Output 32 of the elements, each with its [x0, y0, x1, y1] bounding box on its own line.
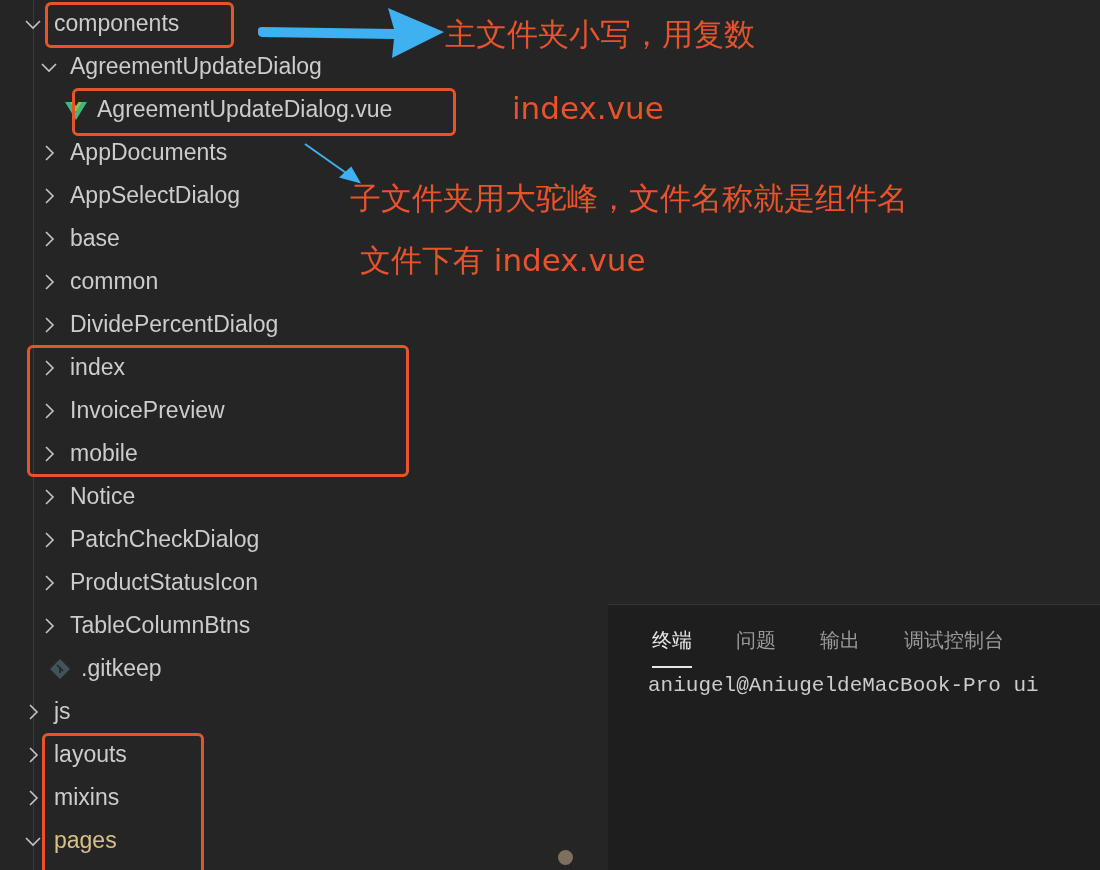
- folder-name[interactable]: mobile: [70, 439, 138, 468]
- folder-name[interactable]: PatchCheckDialog: [70, 525, 260, 554]
- file-name[interactable]: AgreementUpdateDialog.vue: [97, 95, 393, 124]
- folder-name[interactable]: AgreementUpdateDialog: [70, 52, 322, 81]
- scroll-indicator: [558, 850, 573, 865]
- panel-tab[interactable]: 调试控制台: [904, 627, 1004, 668]
- folder-name[interactable]: Notice: [70, 482, 136, 511]
- folder-name[interactable]: components: [54, 9, 180, 38]
- folder-name[interactable]: TableColumnBtns: [70, 611, 251, 640]
- panel-tab[interactable]: 问题: [736, 627, 776, 668]
- folder-name[interactable]: AppDocuments: [70, 138, 228, 167]
- annotation-text: 子文件夹用大驼峰，文件名称就是组件名: [350, 179, 908, 218]
- folder-name[interactable]: layouts: [54, 740, 127, 769]
- folder-name[interactable]: DividePercentDialog: [70, 310, 279, 339]
- panel-tab[interactable]: 输出: [820, 627, 860, 668]
- folder-name[interactable]: pages: [54, 826, 117, 855]
- panel-tab[interactable]: 终端: [652, 627, 692, 668]
- terminal-prompt: aniugel@AniugeldeMacBook-Pro ui: [648, 674, 1039, 697]
- folder-name[interactable]: base: [70, 224, 120, 253]
- folder-name[interactable]: common: [70, 267, 159, 296]
- arrow: [303, 142, 361, 184]
- file-name[interactable]: .gitkeep: [81, 654, 162, 683]
- folder-name[interactable]: InvoicePreview: [70, 396, 225, 425]
- git-icon: [49, 657, 71, 680]
- annotation-text: index.vue: [512, 90, 664, 126]
- folder-name[interactable]: ProductStatusIcon: [70, 568, 258, 597]
- annotation-text: 文件下有 index.vue: [360, 241, 646, 280]
- annotation-text: 主文件夹小写，用复数: [445, 15, 755, 54]
- folder-name[interactable]: mixins: [54, 783, 120, 812]
- folder-name[interactable]: js: [54, 697, 71, 726]
- folder-name[interactable]: index: [70, 353, 125, 382]
- folder-name[interactable]: AppSelectDialog: [70, 181, 241, 210]
